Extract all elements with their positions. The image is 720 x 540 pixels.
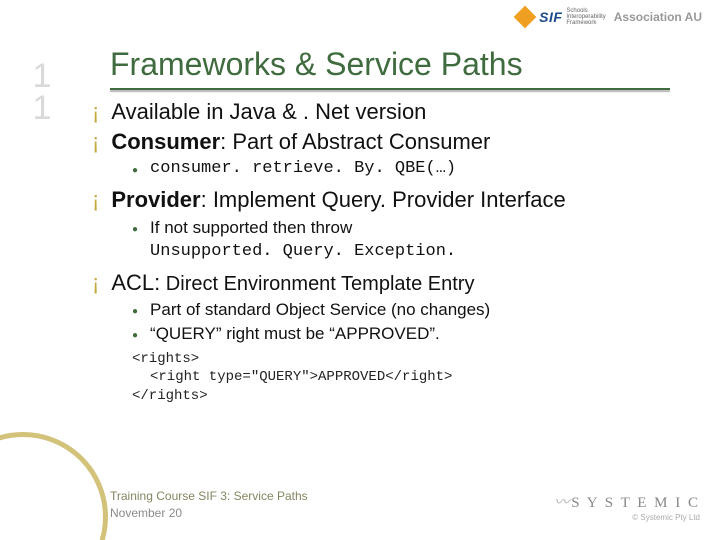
dot-icon: ●	[132, 329, 138, 345]
decorative-circle	[0, 432, 108, 540]
brand-text: SIF	[539, 9, 562, 25]
sub-bullet-text: If not supported then throwUnsupported. …	[150, 217, 456, 263]
footer-date: November 20	[110, 505, 308, 522]
bullet-icon: ¡	[92, 186, 99, 214]
code-line: <rights>	[132, 350, 692, 369]
sub-bullet-text: “QUERY” right must be “APPROVED”.	[150, 323, 440, 345]
sub-bullet-3: ● Part of standard Object Service (no ch…	[132, 299, 692, 321]
dot-icon: ●	[132, 223, 138, 263]
dot-icon: ●	[132, 305, 138, 321]
slide-title: Frameworks & Service Paths	[110, 46, 523, 83]
sub-bullet-text: Part of standard Object Service (no chan…	[150, 299, 490, 321]
title-underline	[110, 88, 670, 90]
systemic-logo: 〰S Y S T E M I C © Systemic Pty Ltd	[554, 491, 700, 522]
sub-bullet-4: ● “QUERY” right must be “APPROVED”.	[132, 323, 692, 345]
bullet-text: Consumer: Part of Abstract Consumer	[111, 128, 490, 156]
assoc-text: Association AU	[614, 10, 702, 24]
diamond-icon	[514, 6, 537, 29]
code-line: <right type="QUERY">APPROVED</right>	[132, 368, 692, 387]
slide-content: ¡ Available in Java & . Net version ¡ Co…	[92, 98, 692, 406]
bullet-4: ¡ ACL: Direct Environment Template Entry	[92, 269, 692, 298]
dot-icon: ●	[132, 164, 138, 180]
slide-number: 1 1	[22, 60, 62, 125]
footer-course: Training Course SIF 3: Service Paths	[110, 488, 308, 505]
brand-logo: SIF Schools Interoperability Framework A…	[517, 8, 702, 26]
sub-bullet-1: ● consumer. retrieve. By. QBE(…)	[132, 158, 692, 180]
bullet-1: ¡ Available in Java & . Net version	[92, 98, 692, 126]
sub-bullet-2: ● If not supported then throwUnsupported…	[132, 217, 692, 263]
footer: Training Course SIF 3: Service Paths Nov…	[110, 488, 308, 522]
bullet-icon: ¡	[92, 269, 99, 298]
code-snippet: <rights> <right type="QUERY">APPROVED</r…	[132, 350, 692, 407]
systemic-copyright: © Systemic Pty Ltd	[554, 513, 700, 522]
brand-sub: Schools Interoperability Framework	[566, 8, 605, 26]
code-line: </rights>	[132, 387, 692, 406]
bullet-text: Available in Java & . Net version	[111, 98, 426, 126]
bullet-icon: ¡	[92, 98, 99, 126]
bullet-text: ACL: Direct Environment Template Entry	[111, 269, 474, 298]
bullet-2: ¡ Consumer: Part of Abstract Consumer	[92, 128, 692, 156]
slide-number-top: 1	[22, 60, 62, 92]
slide-number-bottom: 1	[22, 92, 62, 124]
bullet-icon: ¡	[92, 128, 99, 156]
bullet-text: Provider: Implement Query. Provider Inte…	[111, 186, 565, 214]
systemic-name: 〰S Y S T E M I C	[554, 491, 700, 512]
sub-bullet-text: consumer. retrieve. By. QBE(…)	[150, 158, 456, 180]
bullet-3: ¡ Provider: Implement Query. Provider In…	[92, 186, 692, 214]
